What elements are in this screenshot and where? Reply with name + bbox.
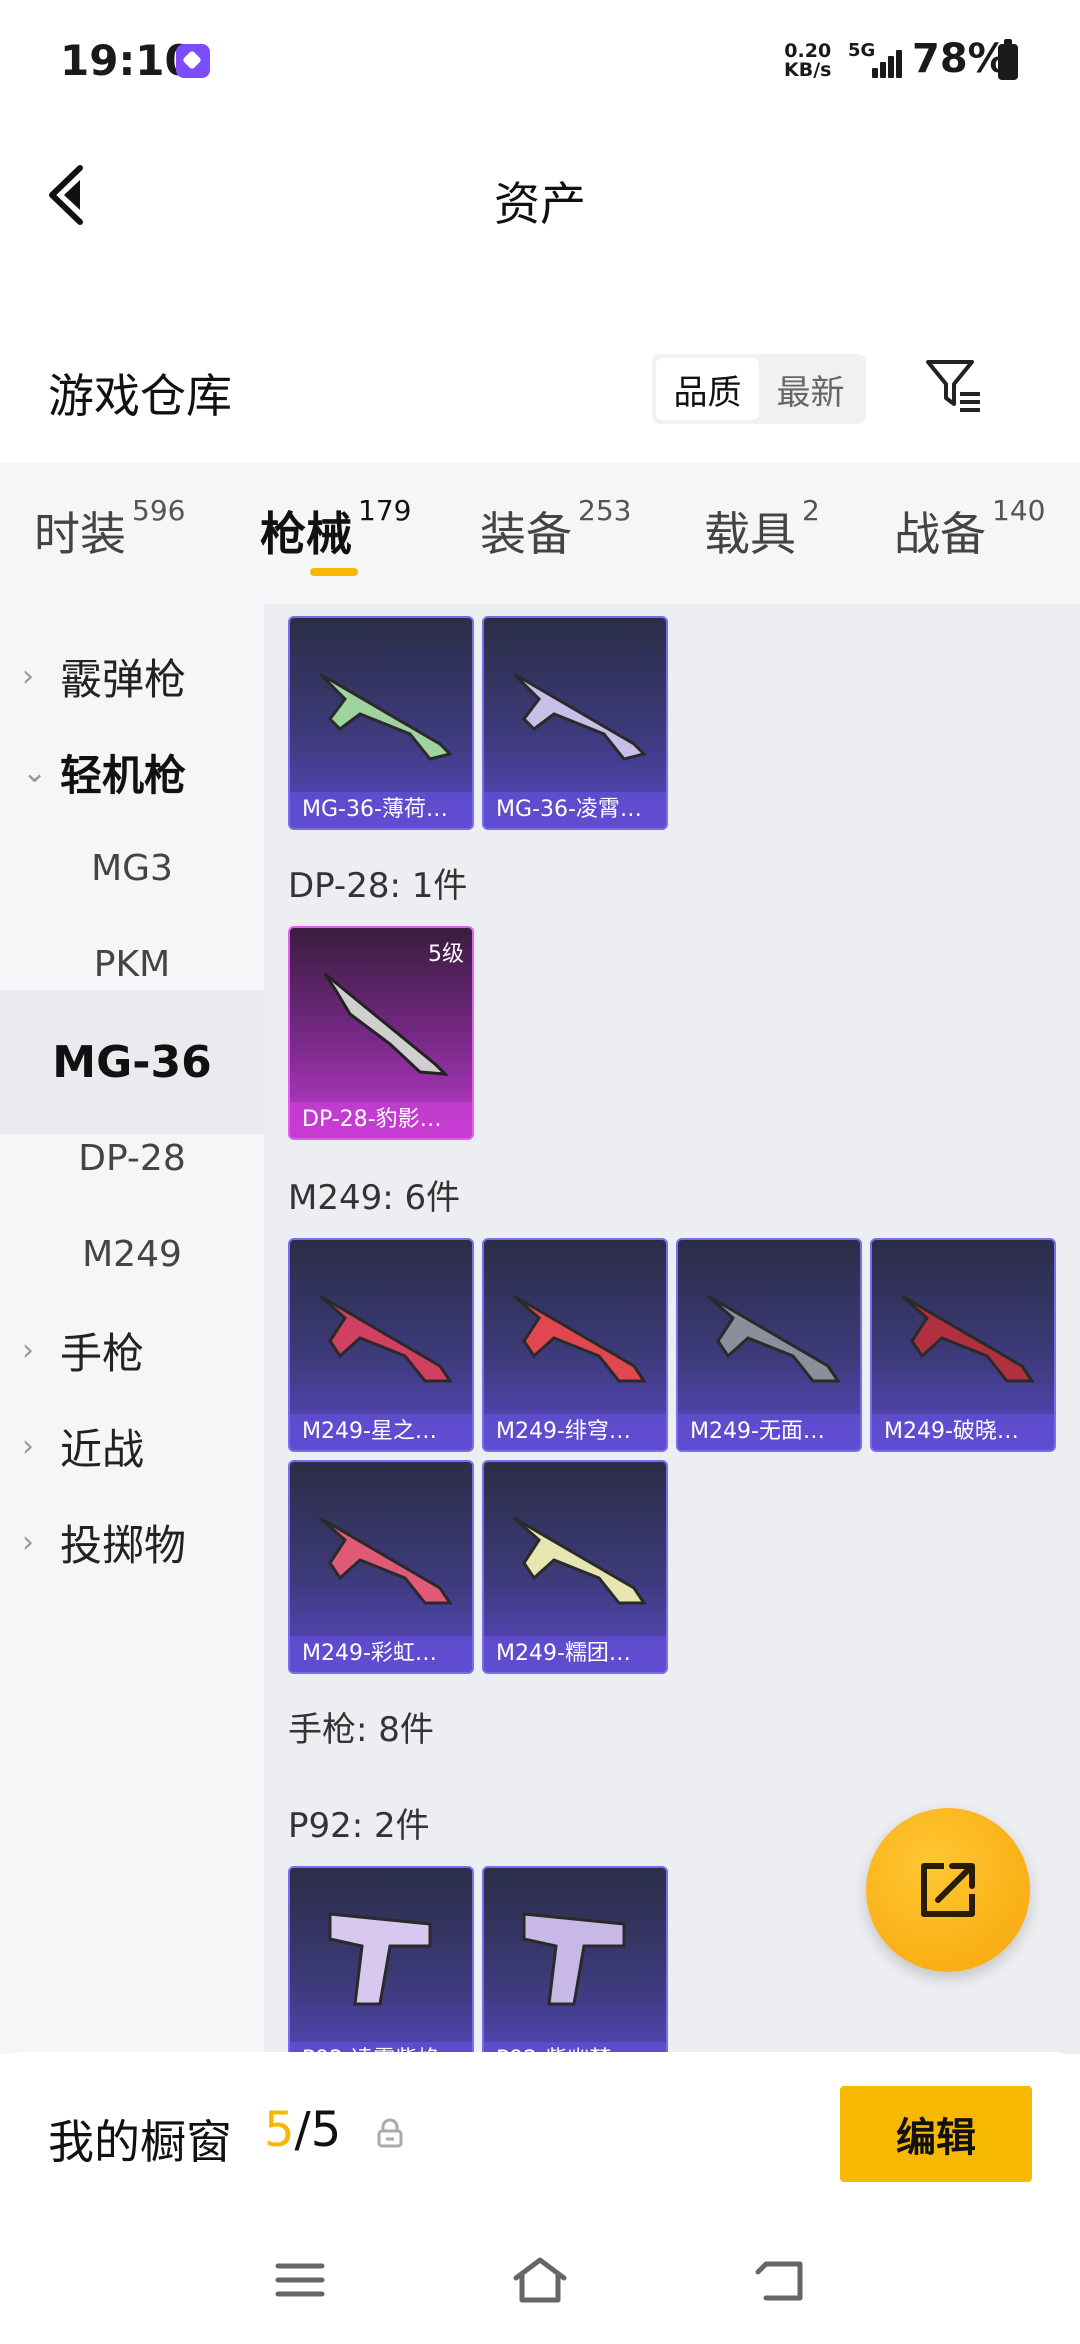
showcase-total: 5 xyxy=(310,2102,342,2158)
showcase-bar: 我的橱窗 5/5 编辑 xyxy=(0,2052,1080,2218)
filter-icon[interactable] xyxy=(924,358,984,414)
item-card[interactable]: MG-36-薄荷… xyxy=(288,616,474,830)
rifle-icon xyxy=(319,1516,453,1605)
group-label-m249: M249: 6件 xyxy=(288,1178,461,1218)
tab-label: 装备 xyxy=(480,507,572,561)
net-speed-unit: KB/s xyxy=(784,59,832,81)
back-nav-icon[interactable] xyxy=(752,2252,808,2308)
group-label-p92: P92: 2件 xyxy=(288,1806,430,1846)
tab-count: 179 xyxy=(358,494,412,527)
chevron-down-icon: ⌄ xyxy=(22,754,48,790)
tab-supplies[interactable]: 战备 140 xyxy=(894,494,1045,564)
item-card[interactable]: MG-36-凌霄… xyxy=(482,616,668,830)
chevron-right-icon: › xyxy=(22,1524,34,1560)
item-name: MG-36-薄荷… xyxy=(290,792,472,828)
rifle-icon xyxy=(512,672,647,761)
tab-vehicles[interactable]: 载具 2 xyxy=(704,494,820,564)
rifle-icon xyxy=(513,1294,647,1383)
rifle-icon xyxy=(319,1294,453,1383)
sidebar-item-label: MG3 xyxy=(91,847,173,889)
sidebar-item-label: M249 xyxy=(82,1233,182,1275)
showcase-title: 我的橱窗 xyxy=(48,2115,232,2169)
category-tabs: 时装 596 枪械 179 装备 253 载具 2 战备 140 xyxy=(0,462,1080,604)
lock-icon xyxy=(376,2118,404,2148)
pistol-icon xyxy=(328,1912,432,2006)
item-card[interactable]: M249-彩虹… xyxy=(288,1460,474,1674)
rifle-icon xyxy=(901,1294,1035,1383)
item-card[interactable]: M249-糯团… xyxy=(482,1460,668,1674)
sort-quality-button[interactable]: 品质 xyxy=(656,358,759,420)
showcase-separator: / xyxy=(294,2102,311,2158)
sidebar-item-label: DP-28 xyxy=(78,1137,186,1179)
item-card[interactable]: M249-无面… xyxy=(676,1238,862,1452)
warehouse-title: 游戏仓库 xyxy=(48,369,232,423)
item-name: M249-破晓… xyxy=(872,1414,1054,1450)
status-time: 19:10 xyxy=(60,36,194,85)
app-notification-icon xyxy=(176,44,210,78)
group-label-pistol: 手枪: 8件 xyxy=(288,1710,434,1750)
item-card[interactable]: P92-紫幽梦 xyxy=(482,1866,668,2054)
page-title: 资产 xyxy=(494,177,586,231)
group-label-dp28: DP-28: 1件 xyxy=(288,866,468,906)
pistol-icon xyxy=(522,1912,626,2006)
item-card[interactable]: 5级 DP-28-豹影… xyxy=(288,926,474,1140)
battery-icon xyxy=(998,39,1018,80)
item-name: M249-糯团… xyxy=(484,1636,666,1672)
home-icon[interactable] xyxy=(510,2252,567,2308)
item-name: M249-星之… xyxy=(290,1414,472,1450)
system-nav-bar xyxy=(0,2218,1080,2344)
tab-fashion[interactable]: 时装 596 xyxy=(34,494,185,564)
status-bar: 19:10 0.20 KB/s 5G 78% xyxy=(0,0,1080,120)
rifle-icon xyxy=(318,672,453,761)
sidebar-item-throwable[interactable]: › 投掷物 xyxy=(0,1470,264,1614)
item-card[interactable]: M249-破晓… xyxy=(870,1238,1056,1452)
edit-button[interactable]: 编辑 xyxy=(840,2086,1032,2182)
item-card[interactable]: M249-绯穹… xyxy=(482,1238,668,1452)
item-name: M249-无面… xyxy=(678,1414,860,1450)
tab-label: 战备 xyxy=(894,507,986,561)
item-name: MG-36-凌霄… xyxy=(484,792,666,828)
sidebar-item-label: PKM xyxy=(93,943,171,985)
item-card[interactable]: P92-凌霄紫焰 xyxy=(288,1866,474,2054)
tab-count: 140 xyxy=(992,494,1046,527)
tab-label: 载具 xyxy=(704,507,796,561)
active-tab-indicator xyxy=(310,568,358,576)
weapon-sidebar: › 霰弹枪 ⌄ 轻机枪 MG3 PKM MG-36 DP-28 M249 › 手… xyxy=(0,604,264,2054)
rifle-icon xyxy=(513,1516,647,1605)
sort-newest-button[interactable]: 最新 xyxy=(759,358,862,420)
menu-icon[interactable] xyxy=(272,2252,328,2308)
tab-equipment[interactable]: 装备 253 xyxy=(480,494,631,564)
item-name: M249-绯穹… xyxy=(484,1414,666,1450)
tab-label: 时装 xyxy=(34,507,126,561)
item-card[interactable]: M249-星之… xyxy=(288,1238,474,1452)
chevron-right-icon: › xyxy=(22,1428,34,1464)
chevron-right-icon: › xyxy=(22,1332,34,1368)
tab-count: 2 xyxy=(802,494,820,527)
item-name: M249-彩虹… xyxy=(290,1636,472,1672)
battery-percent: 78% xyxy=(912,36,1008,82)
sort-toggle: 品质 最新 xyxy=(652,354,866,424)
rifle-icon xyxy=(323,972,449,1076)
showcase-count: 5/5 xyxy=(264,2102,341,2158)
showcase-current: 5 xyxy=(264,2102,295,2158)
tab-count: 253 xyxy=(578,494,632,527)
item-name: DP-28-豹影… xyxy=(290,1102,472,1138)
tab-count: 596 xyxy=(132,494,186,527)
tab-firearms[interactable]: 枪械 179 xyxy=(260,494,411,564)
chevron-right-icon: › xyxy=(22,658,34,694)
rifle-icon xyxy=(707,1294,841,1383)
share-button[interactable] xyxy=(866,1808,1030,1972)
network-speed: 0.20 KB/s xyxy=(784,42,831,80)
share-icon xyxy=(921,1863,975,1917)
signal-icon xyxy=(870,48,906,78)
sidebar-item-label: MG-36 xyxy=(52,1036,212,1088)
tab-label: 枪械 xyxy=(260,507,352,561)
